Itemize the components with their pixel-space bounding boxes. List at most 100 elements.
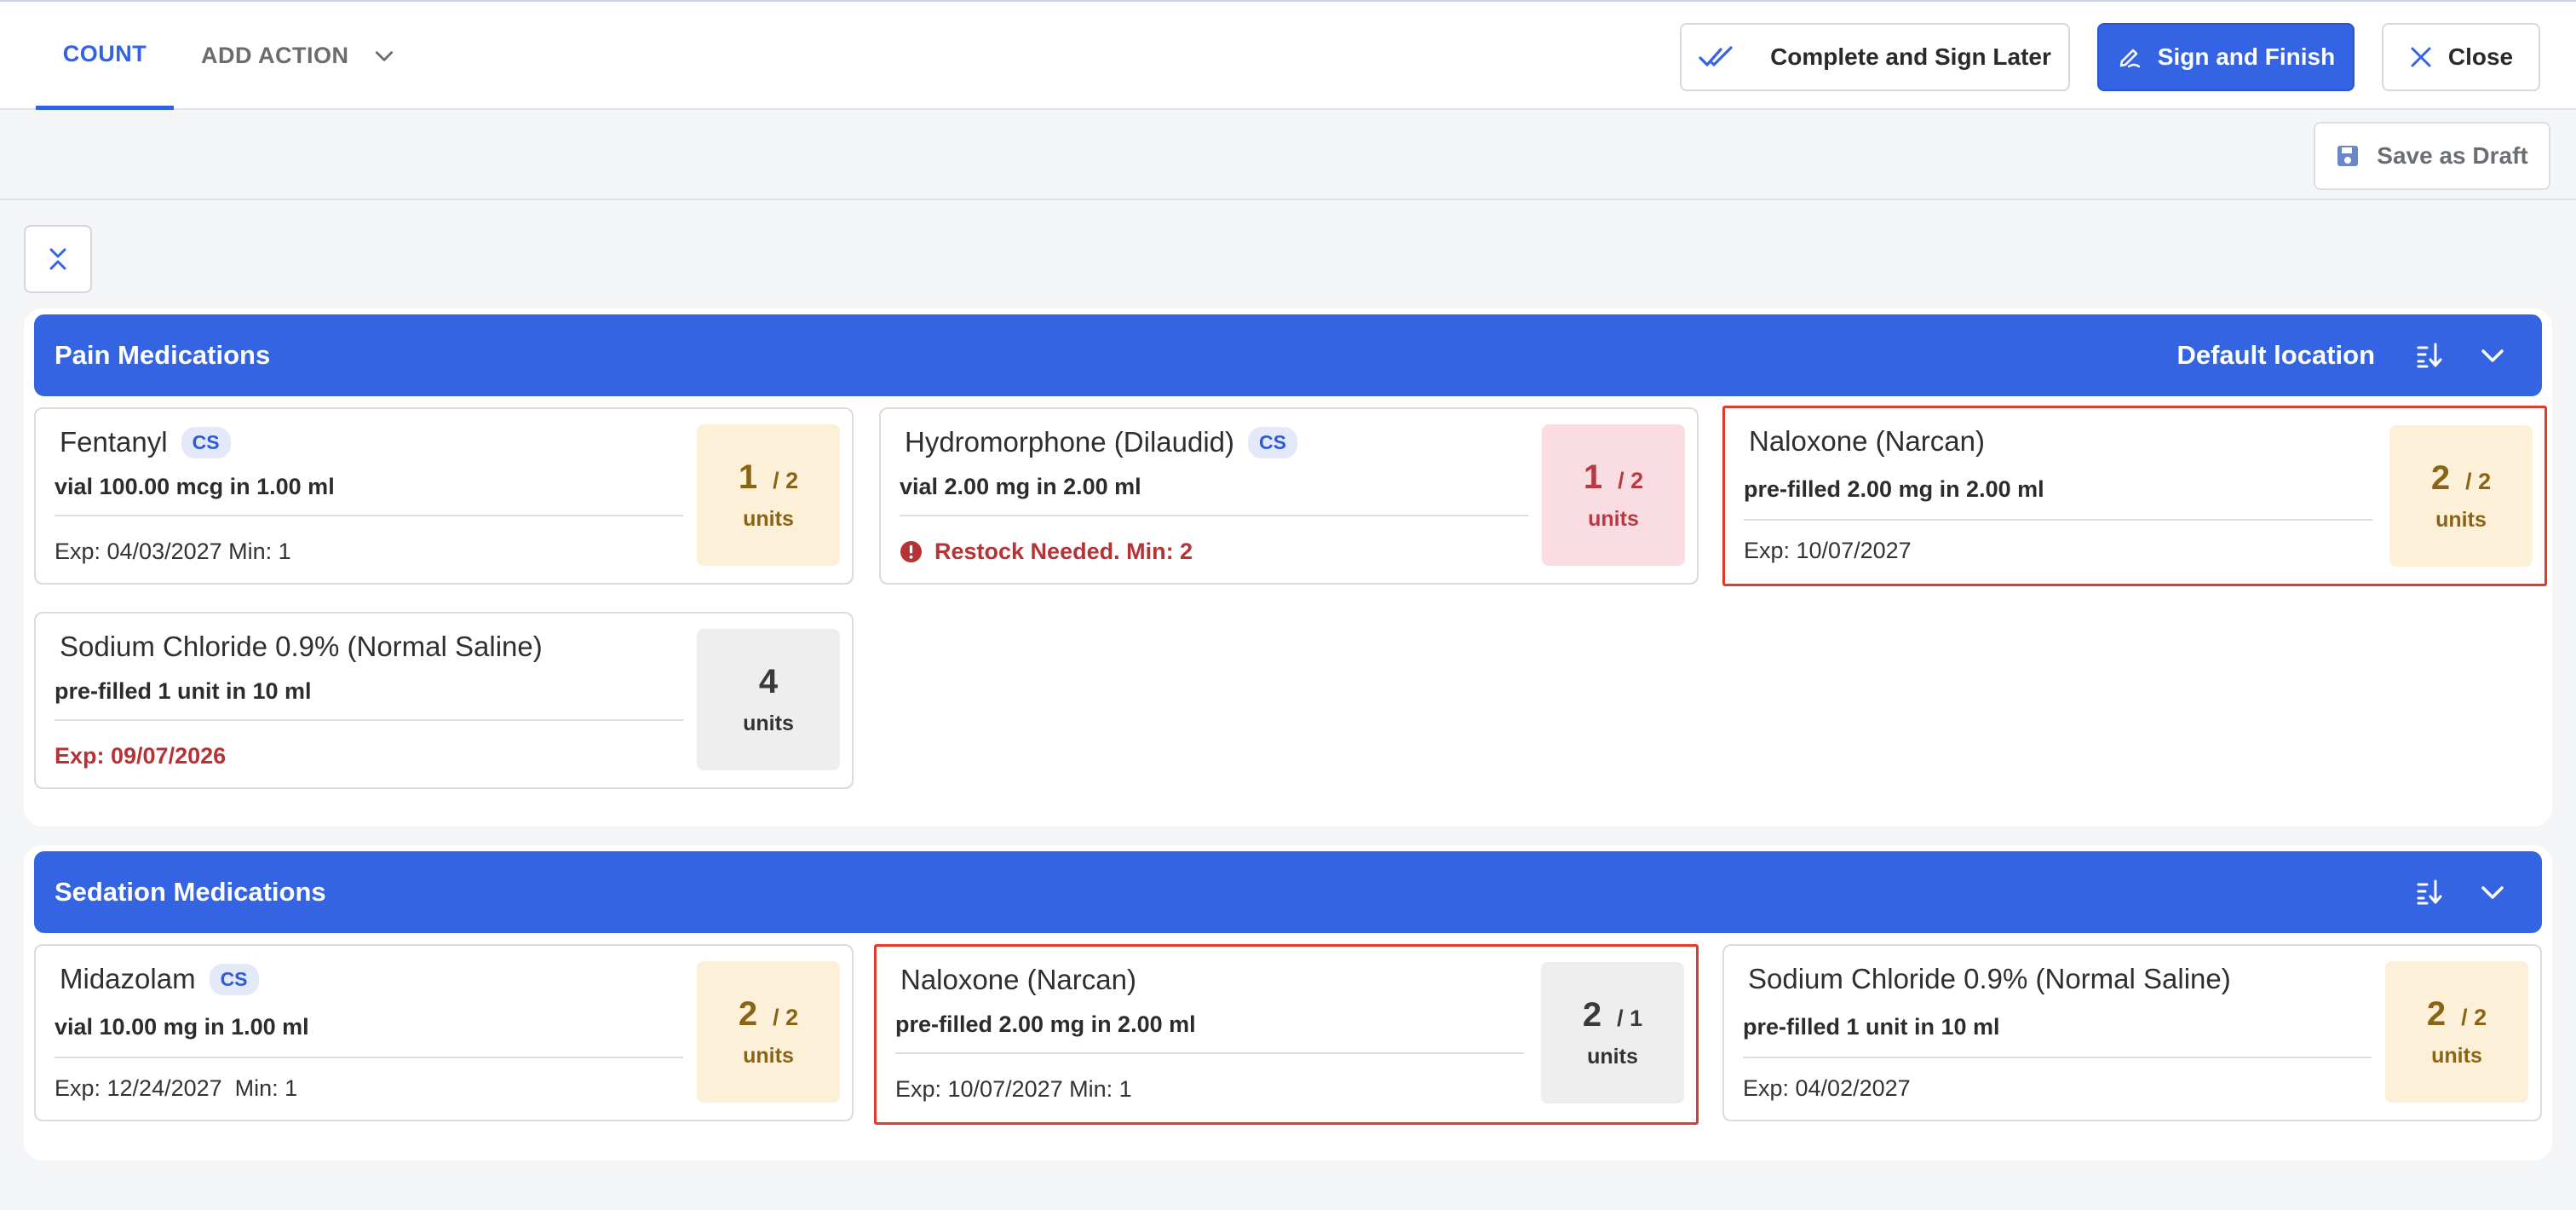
medication-description: vial 10.00 mg in 1.00 ml bbox=[55, 1014, 309, 1040]
medication-name: Midazolam CS bbox=[60, 963, 259, 995]
quantity-value: 2 bbox=[2426, 995, 2447, 1033]
medication-card-sodium-chloride[interactable]: Sodium Chloride 0.9% (Normal Saline) pre… bbox=[1722, 944, 2542, 1121]
chevron-down-icon[interactable] bbox=[2474, 873, 2511, 911]
medication-name-text: Naloxone (Narcan) bbox=[1749, 425, 1985, 457]
medication-card-midazolam[interactable]: Midazolam CS vial 10.00 mg in 1.00 ml Ex… bbox=[34, 944, 854, 1121]
sort-icon[interactable] bbox=[2411, 337, 2448, 374]
section-header-pain[interactable]: Pain Medications Default location bbox=[34, 314, 2542, 396]
signature-pen-icon bbox=[2119, 49, 2140, 68]
medication-description: pre-filled 2.00 mg in 2.00 ml bbox=[895, 1011, 1196, 1037]
tab-add-action[interactable]: ADD ACTION bbox=[201, 2, 405, 110]
top-bar: COUNT ADD ACTION Complete and Sign Later… bbox=[0, 0, 2576, 110]
quantity-box[interactable]: 2 / 2 units bbox=[697, 961, 840, 1103]
floppy-disk-icon bbox=[2337, 146, 2359, 166]
section-title: Pain Medications bbox=[55, 340, 271, 370]
restock-warning: Restock Needed. Min: 2 bbox=[900, 539, 1193, 565]
quantity-value: 2 bbox=[2430, 459, 2451, 497]
medication-name: Hydromorphone (Dilaudid) CS bbox=[905, 426, 1297, 458]
quantity-unit: units bbox=[2431, 1044, 2482, 1068]
medication-name: Fentanyl CS bbox=[60, 426, 231, 458]
section-header-sedation[interactable]: Sedation Medications bbox=[34, 851, 2542, 933]
expiration-info: Exp: 10/07/2027 Min: 1 bbox=[895, 1076, 1132, 1103]
quantity-value: 1 bbox=[738, 458, 758, 496]
medication-description: pre-filled 1 unit in 10 ml bbox=[1743, 1014, 2000, 1040]
quantity-value: 2 bbox=[1582, 996, 1602, 1034]
quantity-target: / 1 bbox=[1617, 1005, 1643, 1031]
cs-badge: CS bbox=[1248, 426, 1297, 458]
expiration-text: Exp: 12/24/2027 Min: 1 bbox=[55, 1075, 298, 1101]
medication-card-naloxone[interactable]: Naloxone (Narcan) pre-filled 2.00 mg in … bbox=[874, 944, 1699, 1125]
expiration-text: Exp: 04/03/2027 Min: 1 bbox=[55, 539, 291, 564]
medication-card-sodium-chloride[interactable]: Sodium Chloride 0.9% (Normal Saline) pre… bbox=[34, 612, 854, 789]
save-as-draft-label: Save as Draft bbox=[2377, 142, 2528, 169]
medication-name-text: Sodium Chloride 0.9% (Normal Saline) bbox=[1748, 963, 2231, 994]
quantity-value: 2 bbox=[738, 995, 758, 1033]
medication-card-hydromorphone[interactable]: Hydromorphone (Dilaudid) CS vial 2.00 mg… bbox=[879, 407, 1699, 585]
tab-add-action-label: ADD ACTION bbox=[201, 43, 349, 68]
quantity-box[interactable]: 1 / 2 units bbox=[697, 424, 840, 566]
chevron-down-icon bbox=[375, 50, 393, 61]
save-as-draft-button[interactable]: Save as Draft bbox=[2314, 122, 2550, 190]
section-title: Sedation Medications bbox=[55, 877, 326, 907]
complete-and-sign-later-label: Complete and Sign Later bbox=[1770, 43, 2051, 70]
medication-card-naloxone[interactable]: Naloxone (Narcan) pre-filled 2.00 mg in … bbox=[1722, 406, 2547, 586]
sign-and-finish-button[interactable]: Sign and Finish bbox=[2097, 23, 2355, 91]
collapse-chevrons-icon bbox=[49, 248, 66, 270]
medication-description: vial 100.00 mcg in 1.00 ml bbox=[55, 474, 335, 499]
quantity-unit: units bbox=[743, 1044, 794, 1068]
medication-name-text: Hydromorphone (Dilaudid) bbox=[905, 426, 1235, 458]
quantity-value: 1 bbox=[1583, 458, 1603, 496]
quantity-box[interactable]: 1 / 2 units bbox=[1542, 424, 1685, 566]
expiration-info: Exp: 10/07/2027 bbox=[1744, 538, 1912, 564]
cs-badge: CS bbox=[209, 963, 259, 995]
quantity-unit: units bbox=[743, 507, 794, 531]
expiration-text: Exp: 09/07/2026 bbox=[55, 743, 227, 769]
collapse-all-button[interactable] bbox=[24, 225, 92, 293]
chevron-down-icon[interactable] bbox=[2474, 337, 2511, 374]
quantity-box[interactable]: 2 / 1 units bbox=[1541, 962, 1684, 1103]
section-pain-medications: Pain Medications Default location Fentan… bbox=[24, 308, 2552, 827]
medication-name-text: Sodium Chloride 0.9% (Normal Saline) bbox=[60, 631, 543, 662]
divider bbox=[55, 515, 683, 516]
medication-description: pre-filled 2.00 mg in 2.00 ml bbox=[1744, 476, 2044, 502]
quantity-target: / 2 bbox=[2465, 469, 2492, 494]
medication-name-text: Midazolam bbox=[60, 963, 196, 994]
medication-card-fentanyl[interactable]: Fentanyl CS vial 100.00 mcg in 1.00 ml E… bbox=[34, 407, 854, 585]
quantity-box[interactable]: 4 units bbox=[697, 629, 840, 770]
section-sedation-medications: Sedation Medications Midazolam CS vial 1… bbox=[24, 845, 2552, 1161]
quantity-unit: units bbox=[2435, 508, 2487, 532]
divider bbox=[1743, 1057, 2372, 1058]
divider bbox=[1744, 519, 2372, 521]
expiration-text: Exp: 10/07/2027 Min: 1 bbox=[895, 1076, 1132, 1102]
complete-and-sign-later-button[interactable]: Complete and Sign Later bbox=[1680, 23, 2070, 91]
medication-description: pre-filled 1 unit in 10 ml bbox=[55, 678, 312, 704]
quantity-box[interactable]: 2 / 2 units bbox=[2389, 425, 2533, 567]
divider bbox=[55, 1057, 683, 1058]
expiration-info: Exp: 04/03/2027 Min: 1 bbox=[55, 539, 291, 565]
quantity-target: / 2 bbox=[773, 468, 799, 493]
medication-name: Sodium Chloride 0.9% (Normal Saline) bbox=[60, 631, 543, 663]
quantity-target: / 2 bbox=[773, 1005, 799, 1030]
close-icon bbox=[2411, 47, 2431, 67]
medication-description: vial 2.00 mg in 2.00 ml bbox=[900, 474, 1141, 499]
medication-name-text: Fentanyl bbox=[60, 426, 168, 458]
sign-and-finish-label: Sign and Finish bbox=[2157, 43, 2336, 70]
tab-count-label: COUNT bbox=[62, 40, 147, 66]
expiration-info: Exp: 09/07/2026 bbox=[55, 743, 226, 769]
expiration-text: Exp: 04/02/2027 bbox=[1743, 1075, 1911, 1101]
close-label: Close bbox=[2447, 43, 2514, 70]
divider bbox=[900, 515, 1528, 516]
close-button[interactable]: Close bbox=[2382, 23, 2540, 91]
divider bbox=[55, 719, 683, 721]
quantity-unit: units bbox=[1588, 507, 1639, 531]
sort-icon[interactable] bbox=[2411, 873, 2448, 911]
tab-count[interactable]: COUNT bbox=[36, 2, 174, 110]
medication-name: Naloxone (Narcan) bbox=[1749, 425, 1985, 458]
quantity-box[interactable]: 2 / 2 units bbox=[2385, 961, 2528, 1103]
quantity-unit: units bbox=[1587, 1045, 1638, 1069]
quantity-unit: units bbox=[743, 712, 794, 735]
quantity-target: / 2 bbox=[1618, 468, 1644, 493]
restock-text: Restock Needed. Min: 2 bbox=[934, 539, 1193, 564]
section-location: Default location bbox=[2176, 340, 2375, 370]
sub-toolbar: Save as Draft bbox=[0, 110, 2576, 200]
